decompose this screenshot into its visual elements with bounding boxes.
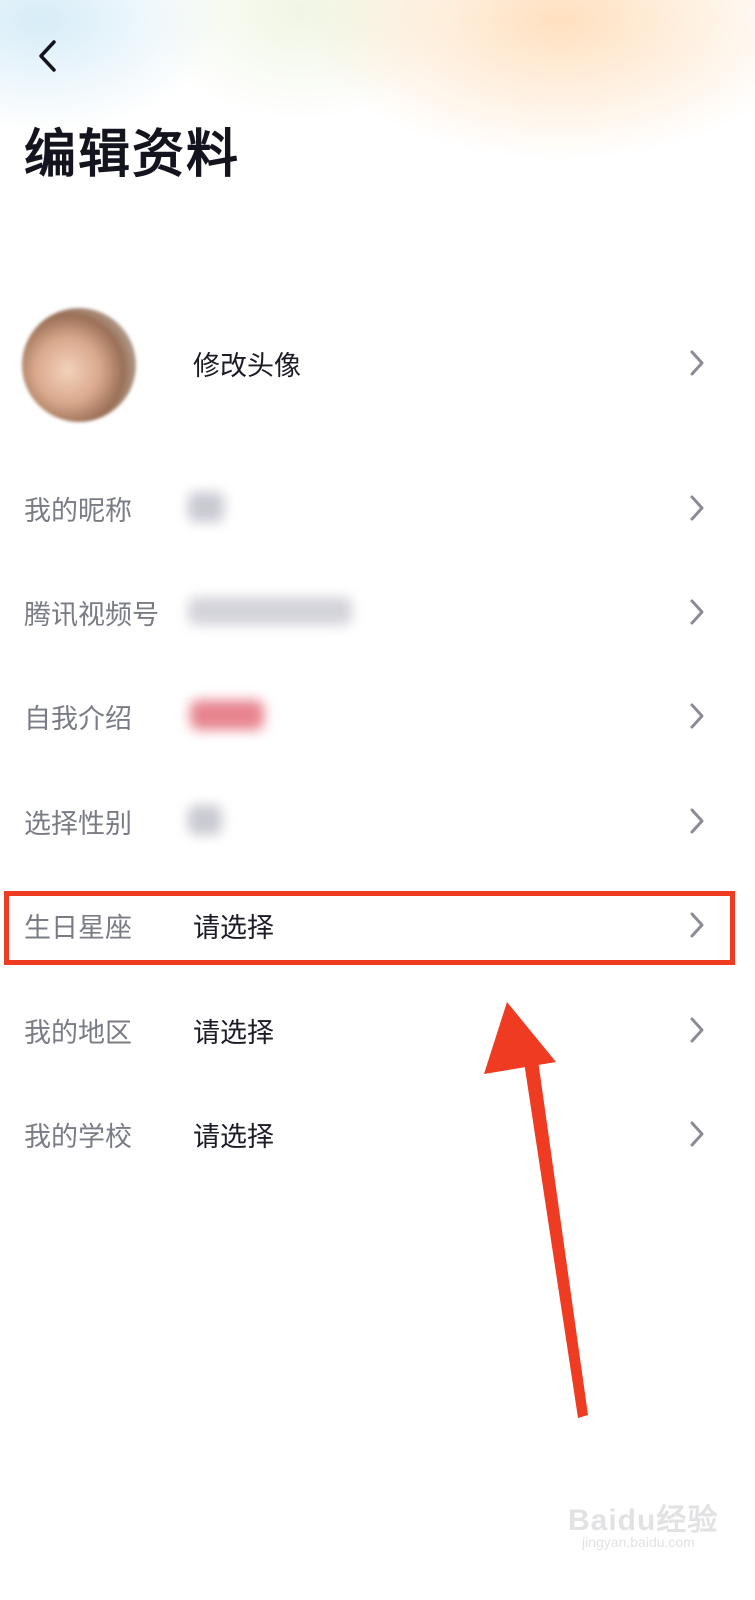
row-self-intro[interactable]: 自我介绍	[0, 671, 755, 761]
avatar[interactable]	[22, 308, 136, 422]
row-region[interactable]: 我的地区 请选择	[0, 985, 755, 1075]
chevron-right-icon	[682, 493, 712, 523]
back-button[interactable]	[28, 36, 68, 76]
row-tencent-video-id[interactable]: 腾讯视频号	[0, 567, 755, 657]
row-value: 请选择	[193, 1017, 274, 1049]
highlight-box	[4, 891, 735, 965]
blurred-intro	[190, 700, 264, 730]
row-label: 选择性别	[24, 808, 132, 840]
chevron-right-icon	[682, 1119, 712, 1149]
blurred-nickname	[188, 492, 224, 522]
chevron-right-icon	[682, 806, 712, 836]
chevron-left-icon	[39, 40, 56, 72]
row-label: 自我介绍	[24, 703, 132, 735]
baidu-watermark-url: jingyan.baidu.com	[582, 1534, 695, 1550]
row-label: 腾讯视频号	[24, 599, 159, 631]
row-label: 我的地区	[24, 1017, 132, 1049]
chevron-right-icon	[682, 1015, 712, 1045]
change-avatar-label: 修改头像	[193, 350, 301, 382]
chevron-right-icon	[682, 597, 712, 627]
baidu-watermark: Baidu经验	[568, 1504, 719, 1537]
chevron-right-icon	[682, 348, 712, 378]
row-school[interactable]: 我的学校 请选择	[0, 1089, 755, 1179]
row-label: 我的昵称	[24, 495, 132, 527]
blurred-video-id	[188, 597, 352, 625]
blurred-gender	[188, 805, 222, 835]
row-nickname[interactable]: 我的昵称	[0, 463, 755, 553]
row-gender[interactable]: 选择性别	[0, 776, 755, 866]
page-title: 编辑资料	[24, 125, 241, 185]
chevron-right-icon	[682, 701, 712, 731]
row-label: 我的学校	[24, 1121, 132, 1153]
row-value: 请选择	[193, 1121, 274, 1153]
